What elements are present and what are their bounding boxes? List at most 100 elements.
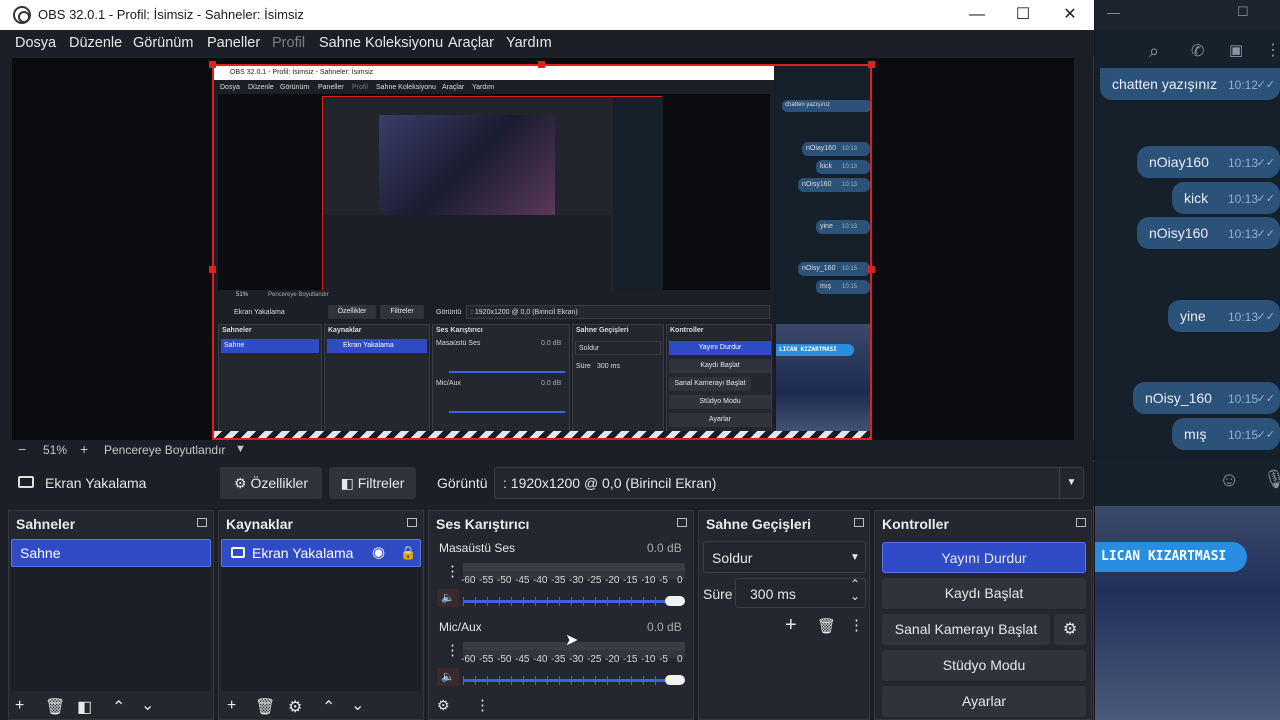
mini-message-time: 10:13	[842, 224, 858, 230]
move-up-icon[interactable]: ⌃	[322, 697, 335, 717]
menu-sahne-koleksiyonu[interactable]: Sahne Koleksiyonu	[319, 35, 443, 51]
duration-spinbox[interactable]: 300 ms ⌃ ⌄	[735, 577, 866, 608]
message-composer[interactable]: ☺ 🎙	[1095, 460, 1280, 504]
close-button[interactable]: ✕	[1047, 0, 1093, 30]
menu-dosya[interactable]: Dosya	[15, 35, 56, 51]
move-down-icon[interactable]: ⌄	[141, 695, 154, 715]
maximize-button[interactable]: ☐	[1000, 0, 1046, 30]
microphone-icon[interactable]: 🎙	[1263, 469, 1280, 490]
chevron-down-icon[interactable]: ⌄	[850, 589, 860, 603]
meter-scale-label: -55	[479, 575, 494, 586]
chevron-down-icon[interactable]: ▼	[1059, 468, 1083, 498]
undock-icon[interactable]	[197, 518, 207, 527]
channel-db: 0.0 dB	[647, 620, 682, 634]
move-up-icon[interactable]: ⌃	[112, 697, 125, 717]
gear-icon[interactable]: ⚙	[288, 697, 302, 717]
title-bar: OBS 32.0.1 - Profil: İsimsiz - Sahneler:…	[0, 0, 1094, 30]
properties-label: Özellikler	[250, 475, 309, 491]
filter-icon[interactable]: ◧	[77, 697, 92, 717]
visibility-eye-icon[interactable]: ◉	[372, 540, 385, 566]
menu-profil[interactable]: Profil	[272, 35, 305, 51]
add-icon[interactable]: +	[15, 697, 24, 715]
zoom-dropdown-icon[interactable]: ▼	[235, 443, 246, 455]
preview-source-image[interactable]: OBS 32.0.1 - Profil: İsimsiz - Sahneler:…	[212, 64, 872, 440]
trash-icon[interactable]: 🗑	[45, 697, 65, 717]
mini-fit-label: Pencereye Boyutlandır	[268, 292, 329, 298]
mini-source-name: Ekran Yakalama	[234, 309, 285, 316]
mini-channel-name: Mic/Aux	[436, 380, 461, 387]
mini-message-time: 10:13	[842, 146, 858, 152]
scene-item[interactable]: Sahne	[11, 539, 211, 567]
virtual-camera-gear-icon[interactable]: ⚙	[1054, 614, 1086, 645]
filters-button[interactable]: ◧ Filtreler	[329, 467, 416, 499]
volume-knob[interactable]	[665, 675, 685, 685]
sidebar-toggle-icon[interactable]: ▣	[1229, 41, 1243, 59]
lock-icon[interactable]: 🔒	[400, 540, 416, 566]
mute-icon[interactable]: 🔈	[437, 589, 459, 607]
source-item[interactable]: Ekran Yakalama ◉ 🔒	[221, 539, 421, 567]
emoji-icon[interactable]: ☺	[1219, 469, 1239, 492]
undock-icon[interactable]	[407, 518, 417, 527]
trash-icon[interactable]: 🗑	[817, 617, 836, 635]
display-select[interactable]: : 1920x1200 @ 0,0 (Birincil Ekran) ▼	[494, 467, 1084, 499]
channel-menu-icon[interactable]: ⋮	[445, 562, 460, 580]
scene-list[interactable]: Sahne	[11, 539, 211, 691]
menu-gorunum[interactable]: Görünüm	[133, 35, 193, 51]
undock-icon[interactable]	[1076, 518, 1086, 527]
transition-select[interactable]: Soldur ▼	[703, 541, 866, 573]
mixer-menu-icon[interactable]: ⋮	[475, 696, 490, 714]
mini-dock-title: Ses Karıştırıcı	[436, 327, 483, 334]
advanced-audio-gear-icon[interactable]: ⚙	[437, 697, 450, 714]
mini-sources-dock: Kaynaklar Ekran Yakalama	[324, 324, 430, 436]
resize-handle[interactable]	[538, 61, 545, 68]
properties-button[interactable]: ⚙ Özellikler	[220, 467, 322, 499]
volume-slider[interactable]	[463, 597, 680, 606]
trash-icon[interactable]: 🗑	[255, 697, 275, 717]
resize-handle[interactable]	[209, 266, 216, 273]
dock-title: Kaynaklar	[226, 516, 293, 532]
mini-menu-item: Araçlar	[442, 84, 465, 91]
minimize-icon[interactable]: —	[1107, 5, 1120, 20]
volume-slider[interactable]	[463, 676, 680, 685]
monitor-icon	[231, 547, 245, 558]
search-icon[interactable]: ⌕	[1149, 41, 1159, 62]
phone-icon[interactable]: ✆	[1191, 41, 1204, 61]
settings-button[interactable]: Ayarlar	[882, 686, 1086, 717]
minimize-button[interactable]: —	[954, 0, 1000, 30]
zoom-out-button[interactable]: −	[18, 441, 26, 457]
mini-message-text: nOiay160	[806, 145, 836, 152]
message-text: nOiay160	[1149, 154, 1209, 170]
stop-streaming-button[interactable]: Yayını Durdur	[882, 542, 1086, 573]
slider-tick	[499, 676, 500, 685]
resize-handle[interactable]	[209, 61, 216, 68]
volume-knob[interactable]	[665, 596, 685, 606]
menu-yardim[interactable]: Yardım	[506, 35, 552, 51]
more-icon[interactable]: ⋮	[1265, 40, 1280, 60]
move-down-icon[interactable]: ⌄	[351, 695, 364, 715]
menu-araclar[interactable]: Araçlar	[448, 35, 494, 51]
menu-duzenle[interactable]: Düzenle	[69, 35, 122, 51]
maximize-icon[interactable]: ☐	[1237, 4, 1249, 20]
start-virtual-camera-button[interactable]: Sanal Kamerayı Başlat	[882, 614, 1050, 645]
meter-scale-label: -5	[659, 575, 668, 586]
resize-handle[interactable]	[868, 266, 875, 273]
duration-label: Süre	[703, 586, 733, 602]
source-list[interactable]: Ekran Yakalama ◉ 🔒	[221, 539, 421, 691]
channel-menu-icon[interactable]: ⋮	[445, 641, 460, 659]
undock-icon[interactable]	[677, 518, 687, 527]
more-icon[interactable]: ⋮	[849, 616, 864, 634]
resize-handle[interactable]	[868, 61, 875, 68]
undock-icon[interactable]	[854, 518, 864, 527]
zoom-bar: − 51% + Pencereye Boyutlandır ▼	[0, 440, 1094, 460]
add-icon[interactable]: +	[227, 697, 236, 715]
start-recording-button[interactable]: Kaydı Başlat	[882, 578, 1086, 609]
meter-scale-label: 0	[677, 575, 683, 586]
mute-icon[interactable]: 🔈	[437, 668, 459, 686]
add-icon[interactable]: +	[785, 614, 797, 637]
message-time: 10:13	[1227, 227, 1258, 241]
zoom-in-button[interactable]: +	[80, 441, 88, 457]
menu-paneller[interactable]: Paneller	[207, 35, 260, 51]
fit-to-window-button[interactable]: Pencereye Boyutlandır	[104, 443, 225, 457]
meter-scale-label: -20	[605, 654, 620, 665]
studio-mode-button[interactable]: Stüdyo Modu	[882, 650, 1086, 681]
